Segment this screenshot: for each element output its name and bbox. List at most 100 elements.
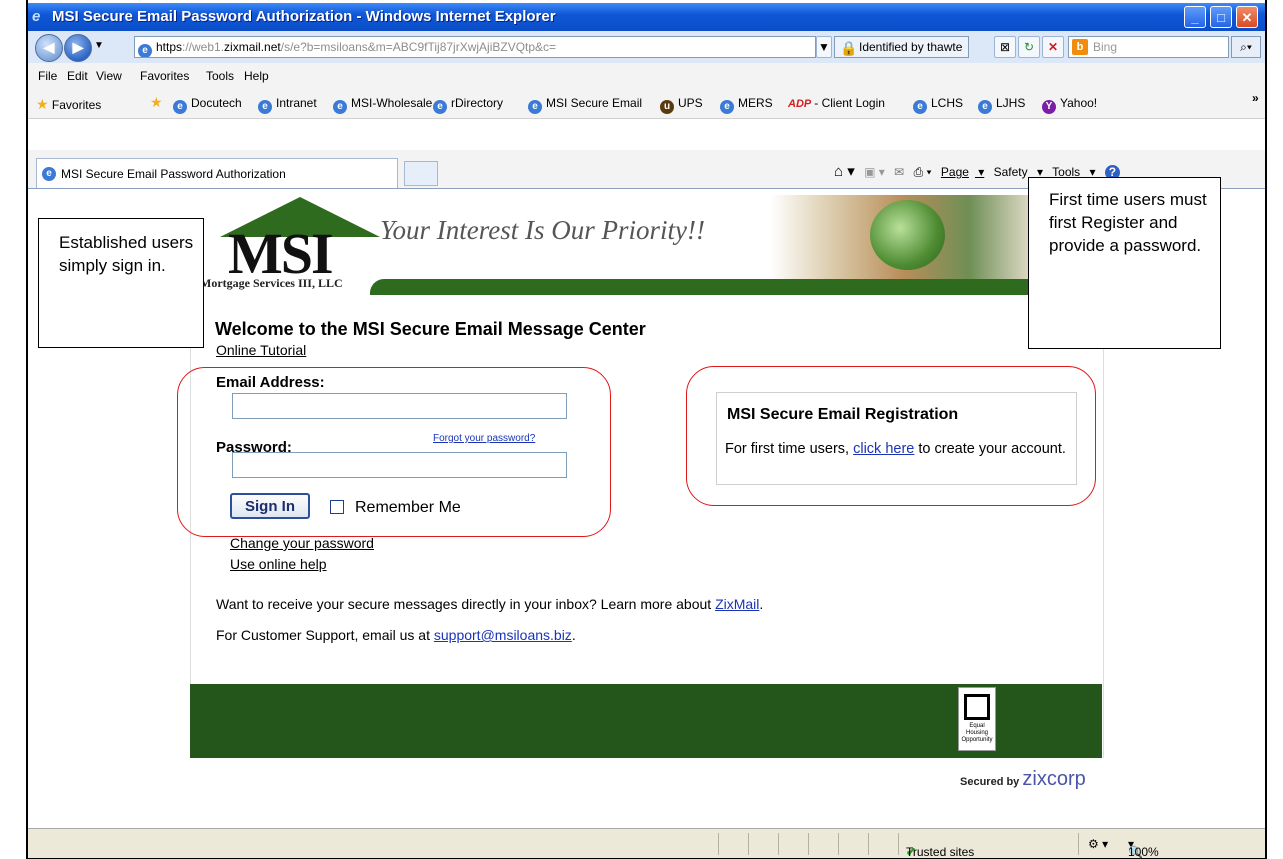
fav-docutech[interactable]: e Docutech (173, 96, 242, 114)
zoom-control[interactable]: 🔍 100% ▾ (1128, 837, 1159, 859)
fav-label: LJHS (996, 96, 1026, 110)
change-password-link[interactable]: Change your password (230, 535, 374, 551)
lock-icon: 🔒 (840, 40, 858, 56)
bing-icon: b (1072, 39, 1088, 55)
fav-msi-secure-email[interactable]: e MSI Secure Email (528, 96, 642, 114)
zixmail-info: Want to receive your secure messages dir… (216, 596, 763, 612)
search-button[interactable]: ⌕▾ (1231, 36, 1261, 58)
print-icon[interactable]: ⎙ ▾ (914, 165, 932, 179)
fav-intranet[interactable]: e Intranet (258, 96, 317, 114)
secured-by-label: Secured by (960, 776, 1020, 788)
minimize-button[interactable]: _ (1184, 6, 1206, 28)
secured-by: Secured by zixcorp (960, 768, 1086, 791)
menu-help[interactable]: Help (244, 69, 269, 83)
fav-label: rDirectory (451, 96, 504, 110)
certificate-badge[interactable]: 🔒 Identified by thawte (834, 36, 970, 58)
menu-favorites[interactable]: Favorites (140, 69, 189, 83)
adp-icon: ADP (788, 98, 812, 110)
favorites-overflow-icon[interactable]: » (1252, 91, 1259, 105)
zixmail-link[interactable]: ZixMail (715, 596, 759, 612)
page-menu-label: Page (940, 165, 969, 179)
menu-tools[interactable]: Tools (206, 69, 234, 83)
status-divider (898, 833, 899, 855)
registration-highlight (686, 366, 1096, 506)
menu-view[interactable]: View (96, 69, 122, 83)
tab-page-icon: e (42, 167, 56, 181)
fav-label: LCHS (931, 96, 964, 110)
url-dropdown-button[interactable]: ▼ (816, 36, 832, 58)
menu-bar: File Edit View Favorites Tools Help (28, 63, 1265, 87)
url-scheme: https (156, 40, 183, 54)
fav-mers[interactable]: e MERS (720, 96, 773, 114)
feeds-icon[interactable]: ▣ ▾ (864, 165, 885, 179)
star-icon: ★ (36, 96, 49, 112)
sign-in-highlight (177, 367, 611, 537)
fav-client-login[interactable]: ADP - Client Login (788, 96, 885, 110)
new-tab-button[interactable] (404, 161, 438, 186)
fav-ups[interactable]: u UPS (660, 96, 703, 114)
ie-page-icon: e (333, 100, 347, 114)
tab-active[interactable]: e MSI Secure Email Password Authorizatio… (36, 158, 398, 188)
ie-page-icon: e (978, 100, 992, 114)
fav-yahoo[interactable]: Y Yahoo! (1042, 96, 1097, 114)
online-tutorial-link[interactable]: Online Tutorial (216, 342, 306, 358)
status-divider (868, 833, 869, 855)
stop-icon[interactable]: ✕ (1042, 36, 1064, 58)
equal-housing-logo: Equal Housing Opportunity (958, 687, 996, 751)
menu-edit[interactable]: Edit (67, 69, 88, 83)
home-icon[interactable]: ⌂ ▾ (834, 163, 855, 180)
favorites-button[interactable]: ★ Favorites (36, 96, 101, 113)
ups-icon: u (660, 100, 674, 114)
status-bar: ✔ Trusted sites ⚙ ▾ 🔍 100% ▾ (28, 828, 1265, 859)
fav-label: MSI-Wholesale (351, 96, 433, 110)
status-divider (838, 833, 839, 855)
url-input[interactable]: e https://web1.zixmail.net/s/e?b=msiloans… (134, 36, 816, 58)
fav-label: UPS (678, 96, 703, 110)
fav-rdirectory[interactable]: e rDirectory (433, 96, 503, 114)
welcome-heading: Welcome to the MSI Secure Email Message … (215, 319, 646, 339)
mail-icon[interactable]: ✉ (894, 165, 904, 179)
page-icon: e (138, 44, 152, 57)
ie-page-icon: e (173, 100, 187, 114)
status-divider (718, 833, 719, 855)
page-menu[interactable]: Page ▾ (941, 165, 984, 179)
support-info: For Customer Support, email us at suppor… (216, 627, 576, 643)
search-input[interactable]: b Bing (1068, 36, 1229, 58)
refresh-icon[interactable]: ↻ (1018, 36, 1040, 58)
protected-mode-icon[interactable]: ⚙ ▾ (1088, 837, 1108, 851)
fav-lchs[interactable]: e LCHS (913, 96, 963, 114)
zixmail-end: . (759, 596, 764, 612)
back-button[interactable]: ◀ (35, 34, 63, 62)
forward-button[interactable]: ▶ (64, 34, 92, 62)
fav-ljhs[interactable]: e LJHS (978, 96, 1025, 114)
online-help-link[interactable]: Use online help (230, 556, 327, 572)
fav-msi-wholesale[interactable]: e MSI-Wholesale (333, 96, 432, 114)
title-bar: e MSI Secure Email Password Authorizatio… (28, 3, 1265, 31)
safety-menu-label: Safety (993, 165, 1028, 179)
zixcorp-logo: zixcorp (1022, 768, 1086, 790)
maximize-button[interactable]: □ (1210, 6, 1232, 28)
ie-page-icon: e (433, 100, 447, 114)
support-email-link[interactable]: support@msiloans.biz (434, 627, 572, 643)
compatibility-icon[interactable]: ⊠ (994, 36, 1016, 58)
fav-label: Yahoo! (1060, 96, 1098, 110)
url-prefix: ://web1. (182, 40, 225, 54)
status-divider (748, 833, 749, 855)
zone-label: Trusted sites (906, 845, 975, 859)
yahoo-icon: Y (1042, 100, 1056, 114)
status-divider (1078, 833, 1079, 855)
close-button[interactable]: ✕ (1236, 6, 1258, 28)
support-text: For Customer Support, email us at (216, 627, 434, 643)
zixmail-text: Want to receive your secure messages dir… (216, 596, 716, 612)
menu-file[interactable]: File (38, 69, 57, 83)
ie-page-icon: e (258, 100, 272, 114)
add-favorite-icon[interactable]: ★ (150, 94, 163, 111)
company-name: Mortgage Services III, LLC (200, 276, 343, 290)
fav-label: Docutech (191, 96, 242, 110)
url-host: zixmail.net (224, 40, 281, 54)
established-users-callout: Established users simply sign in. (38, 218, 204, 348)
banner-tagline: Your Interest Is Our Priority!! (380, 215, 706, 245)
nav-dropdown-icon[interactable]: ▼ (94, 40, 104, 51)
banner-green-band (370, 279, 1102, 295)
ie-page-icon: e (720, 100, 734, 114)
